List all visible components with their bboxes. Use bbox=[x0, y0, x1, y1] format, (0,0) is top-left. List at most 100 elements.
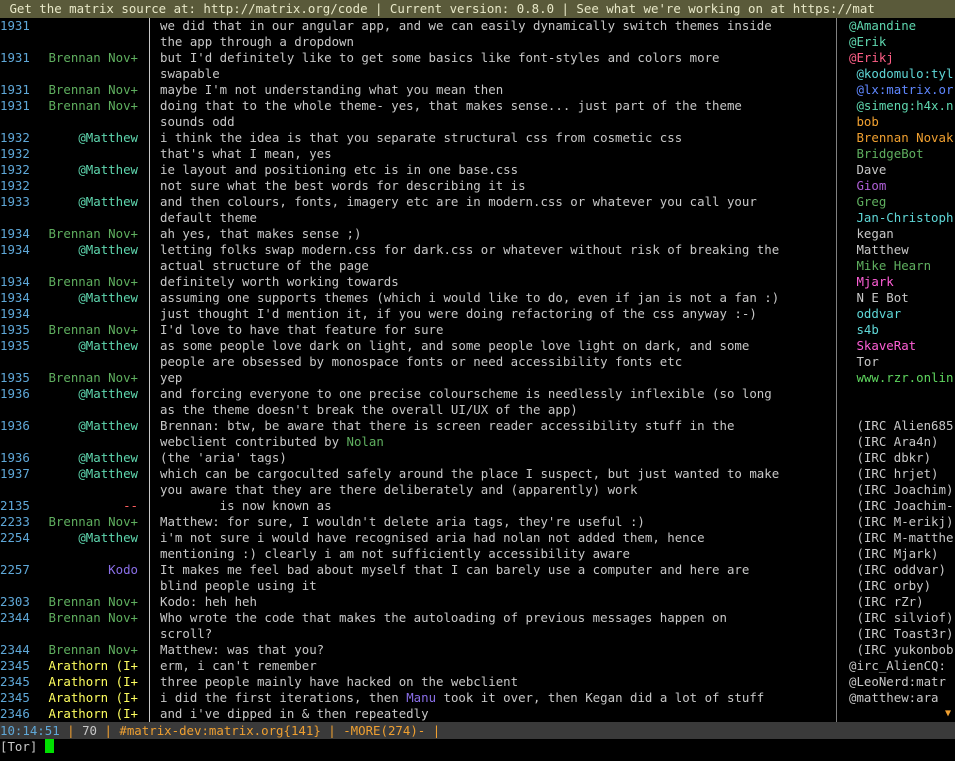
message-nick[interactable]: @Matthew bbox=[34, 162, 140, 178]
nick-separator bbox=[140, 530, 160, 546]
nicklist-item[interactable]: bob bbox=[849, 114, 955, 130]
message-nick[interactable]: Brennan Nov+ bbox=[34, 82, 140, 98]
message-nick[interactable]: Arathorn (I+ bbox=[34, 674, 140, 690]
nicklist-item[interactable]: (IRC hrjet) bbox=[849, 466, 955, 482]
nicklist-item[interactable]: www.rzr.onlin bbox=[849, 370, 955, 386]
message-nick[interactable]: Brennan Nov+ bbox=[34, 642, 140, 658]
message-nick[interactable]: Arathorn (I+ bbox=[34, 706, 140, 722]
message-nick[interactable]: @Matthew bbox=[34, 466, 140, 482]
input-line[interactable]: [Tor] bbox=[0, 739, 955, 761]
message-body: I'd love to have that feature for sure bbox=[160, 322, 444, 337]
chat-line: 2345 Arathorn (I+ i did the first iteratio… bbox=[0, 690, 836, 706]
highlighted-nick[interactable]: Nolan bbox=[347, 434, 384, 449]
message-nick[interactable]: @Matthew bbox=[34, 338, 140, 354]
message-body: blind people using it bbox=[160, 578, 317, 593]
message-nick[interactable]: Brennan Nov+ bbox=[34, 226, 140, 242]
message-nick bbox=[34, 578, 140, 594]
nicklist-item[interactable]: Mjark bbox=[849, 274, 955, 290]
message-nick[interactable]: Brennan Nov+ bbox=[34, 610, 140, 626]
message-nick[interactable]: @Matthew bbox=[34, 290, 140, 306]
nicklist-item[interactable]: Matthew bbox=[849, 242, 955, 258]
chat-buffer[interactable]: 1931 we did that in our angular app, and … bbox=[0, 18, 836, 722]
message-nick[interactable]: Kodo bbox=[34, 562, 140, 578]
nicklist-item[interactable]: kegan bbox=[849, 226, 955, 242]
message-body: but I'd definitely like to get some basi… bbox=[160, 50, 720, 65]
message-body-tail: took it over, then Kegan did a lot of st… bbox=[436, 690, 765, 705]
nicklist-item[interactable]: @Amandine bbox=[849, 18, 955, 34]
message-nick[interactable]: -- bbox=[34, 498, 140, 514]
nicklist-item[interactable]: (IRC rZr) bbox=[849, 594, 955, 610]
nicklist-item[interactable]: (IRC M-matthe bbox=[849, 530, 955, 546]
message-body: Who wrote the code that makes the autolo… bbox=[160, 610, 727, 625]
nicklist-item[interactable]: (IRC silviof) bbox=[849, 610, 955, 626]
nicklist-item[interactable]: (IRC Ara4n) bbox=[849, 434, 955, 450]
nicklist-item[interactable]: (IRC oddvar) bbox=[849, 562, 955, 578]
nicklist-item[interactable]: (IRC Mjark) bbox=[849, 546, 955, 562]
message-timestamp bbox=[0, 482, 34, 498]
message-nick[interactable]: @Matthew bbox=[34, 386, 140, 402]
nicklist-item[interactable]: Jan-Christoph bbox=[849, 210, 955, 226]
chat-line: 1932 not sure what the best words for des… bbox=[0, 178, 836, 194]
message-timestamp bbox=[0, 210, 34, 226]
nicklist-item[interactable]: @lx:matrix.or bbox=[849, 82, 955, 98]
nicklist-item[interactable]: (IRC Joachim) bbox=[849, 482, 955, 498]
message-nick[interactable]: Brennan Nov+ bbox=[34, 594, 140, 610]
message-nick[interactable]: @Matthew bbox=[34, 194, 140, 210]
nicklist-item[interactable]: N E Bot bbox=[849, 290, 955, 306]
message-timestamp: 1932 bbox=[0, 162, 30, 177]
nicklist-item[interactable]: @simeng:h4x.n bbox=[849, 98, 955, 114]
message-body: as some people love dark on light, and s… bbox=[160, 338, 750, 353]
nicklist-item[interactable]: (IRC orby) bbox=[849, 578, 955, 594]
nick-separator bbox=[140, 130, 160, 146]
chat-line: 1936 @Matthew Brennan: btw, be aware that … bbox=[0, 418, 836, 434]
nicklist-item[interactable]: @irc_AlienCQ: bbox=[849, 658, 955, 674]
message-nick[interactable]: Arathorn (I+ bbox=[34, 658, 140, 674]
chat-line: 1932 that's what I mean, yes bbox=[0, 146, 836, 162]
nicklist-item[interactable]: @matthew:ara bbox=[849, 690, 955, 706]
nicklist-item[interactable]: (IRC Joachim- bbox=[849, 498, 955, 514]
nicklist-item[interactable]: (IRC M-erikj) bbox=[849, 514, 955, 530]
nicklist-item[interactable]: Greg bbox=[849, 194, 955, 210]
nicklist-item[interactable]: (IRC Alien685 bbox=[849, 418, 955, 434]
chat-line: swapable bbox=[0, 66, 836, 82]
nicklist-item[interactable]: @LeoNerd:matr bbox=[849, 674, 955, 690]
nicklist-item[interactable]: s4b bbox=[849, 322, 955, 338]
nicklist-item[interactable]: @Erik bbox=[849, 34, 955, 50]
nicklist-item[interactable]: @Erikj bbox=[849, 50, 955, 66]
nicklist-item[interactable]: (IRC Toast3r) bbox=[849, 626, 955, 642]
message-nick[interactable]: Brennan Nov+ bbox=[34, 370, 140, 386]
message-body: Brennan: btw, be aware that there is scr… bbox=[160, 418, 735, 433]
status-separator: | bbox=[320, 723, 344, 738]
message-nick[interactable]: Brennan Nov+ bbox=[34, 98, 140, 114]
nicklist-item[interactable]: Giom bbox=[849, 178, 955, 194]
message-nick[interactable]: Brennan Nov+ bbox=[34, 514, 140, 530]
message-timestamp bbox=[0, 258, 34, 274]
nicklist-item[interactable]: SkaveRat bbox=[849, 338, 955, 354]
message-nick[interactable]: @Matthew bbox=[34, 130, 140, 146]
scroll-down-icon[interactable]: ▼ bbox=[945, 706, 951, 722]
nicklist-item[interactable]: BridgeBot bbox=[849, 146, 955, 162]
highlighted-nick[interactable]: Manu bbox=[406, 690, 436, 705]
nicklist-item[interactable]: Tor bbox=[849, 354, 955, 370]
message-nick[interactable]: @Matthew bbox=[34, 418, 140, 434]
nicklist-item[interactable]: @kodomulo:tyl bbox=[849, 66, 955, 82]
nicklist-item[interactable]: Mike Hearn bbox=[849, 258, 955, 274]
chat-line: webclient contributed by Nolan bbox=[0, 434, 836, 450]
message-body: that's what I mean, yes bbox=[160, 146, 332, 161]
message-text: the app through a dropdown bbox=[160, 34, 836, 50]
message-nick[interactable]: Arathorn (I+ bbox=[34, 690, 140, 706]
message-nick[interactable]: @Matthew bbox=[34, 450, 140, 466]
message-nick[interactable]: @Matthew bbox=[34, 530, 140, 546]
nicklist-item[interactable]: Dave bbox=[849, 162, 955, 178]
nicklist-item[interactable]: oddvar bbox=[849, 306, 955, 322]
nicklist-item[interactable]: (IRC yukonbob bbox=[849, 642, 955, 658]
message-nick[interactable]: Brennan Nov+ bbox=[34, 322, 140, 338]
message-nick[interactable]: @Matthew bbox=[34, 242, 140, 258]
nicklist-item[interactable]: Brennan Novak bbox=[849, 130, 955, 146]
message-nick[interactable]: Brennan Nov+ bbox=[34, 50, 140, 66]
chat-line: mentioning :) clearly i am not sufficien… bbox=[0, 546, 836, 562]
message-nick[interactable]: Brennan Nov+ bbox=[34, 274, 140, 290]
nicklist-item[interactable]: (IRC dbkr) bbox=[849, 450, 955, 466]
status-channel: #matrix-dev:matrix.org{141} bbox=[119, 723, 321, 738]
nicklist[interactable]: @Amandine @Erik @Erikj @kodomulo:tyl @lx:m… bbox=[849, 18, 955, 722]
